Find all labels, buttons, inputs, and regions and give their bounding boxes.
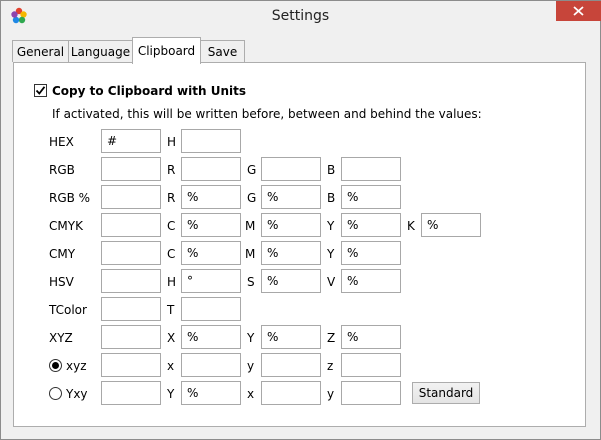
rgbp-label: RGB % [49,191,91,205]
yxy-x-field[interactable] [261,381,321,405]
checkmark-icon [35,86,46,95]
tcolor-label: TColor [49,303,87,317]
rgb-prefix-field[interactable] [101,157,161,181]
description-text: If activated, this will be written befor… [52,107,482,121]
tab-language[interactable]: Language [68,40,133,62]
cmyk-label: CMYK [49,219,83,233]
rgb-g-label: G [247,163,257,177]
tab-general[interactable]: General [12,40,69,62]
rgbp-r-label: R [167,191,176,205]
rgb-r-label: R [167,163,176,177]
tab-clipboard[interactable]: Clipboard [132,37,201,64]
settings-window: Settings General Language Clipboard Save… [0,0,601,440]
cmy-y-label: Y [327,247,335,261]
hex-h-label: H [167,135,177,149]
xyz-lower-radio[interactable] [49,359,62,372]
xyz-y-field[interactable] [261,325,321,349]
close-button[interactable] [556,1,601,21]
close-x-icon [573,6,584,16]
hex-prefix-field[interactable] [101,129,161,153]
hsv-v-label: V [327,275,336,289]
xyz-lower-z-field[interactable] [341,353,401,377]
yxy-lower-y-field[interactable] [341,381,401,405]
cmy-m-label: M [245,247,256,261]
xyz-lower-y-field[interactable] [261,353,321,377]
tcolor-t-field[interactable] [181,297,241,321]
tab-label: Clipboard [137,44,196,58]
cmy-prefix-field[interactable] [101,241,161,265]
xyz-lower-prefix-field[interactable] [101,353,161,377]
window-title: Settings [271,8,330,24]
rgbp-prefix-field[interactable] [101,185,161,209]
rgbp-g-field[interactable] [261,185,321,209]
xyz-y-label: Y [247,331,255,345]
cmyk-k-field[interactable] [421,213,481,237]
tab-label: Language [70,44,131,59]
hex-h-field[interactable] [181,129,241,153]
rgb-label: RGB [49,163,75,177]
rgbp-b-label: B [327,191,336,205]
yxy-lower-y-label: y [327,387,335,401]
xyz-lower-y-label: y [247,359,255,373]
cmy-label: CMY [49,247,76,261]
tcolor-prefix-field[interactable] [101,297,161,321]
tab-save[interactable]: Save [200,40,245,62]
tab-label: General [16,44,65,59]
yxy-y-field[interactable] [181,381,241,405]
xyz-lower-z-label: z [327,359,334,373]
tcolor-t-label: T [167,303,175,317]
copy-units-checkbox[interactable] [34,84,47,97]
cmyk-y-field[interactable] [341,213,401,237]
radio-selected-dot [52,362,59,369]
cmyk-y-label: Y [327,219,335,233]
cmyk-c-field[interactable] [181,213,241,237]
yxy-prefix-field[interactable] [101,381,161,405]
yxy-x-label: x [247,387,255,401]
rgb-b-field[interactable] [341,157,401,181]
xyz-lower-label: xyz [66,359,87,373]
cmy-y-field[interactable] [341,241,401,265]
cmyk-m-label: M [245,219,256,233]
rgbp-g-label: G [247,191,257,205]
rgbp-b-field[interactable] [341,185,401,209]
standard-button[interactable]: Standard [412,382,480,404]
hsv-label: HSV [49,275,74,289]
cmyk-k-label: K [407,219,415,233]
yxy-y-label: Y [167,387,175,401]
rgb-g-field[interactable] [261,157,321,181]
yxy-radio[interactable] [49,387,62,400]
title-bar: Settings [1,1,601,32]
xyz-z-field[interactable] [341,325,401,349]
xyz-x-label: X [167,331,176,345]
xyz-x-field[interactable] [181,325,241,349]
xyz-lower-x-label: x [167,359,175,373]
cmy-m-field[interactable] [261,241,321,265]
rgb-b-label: B [327,163,336,177]
hex-label: HEX [49,135,74,149]
tab-label: Save [207,44,238,59]
hsv-h-label: H [167,275,177,289]
xyz-prefix-field[interactable] [101,325,161,349]
cmyk-m-field[interactable] [261,213,321,237]
yxy-label: Yxy [66,387,88,401]
hsv-h-field[interactable] [181,269,241,293]
xyz-label: XYZ [49,331,73,345]
copy-units-label: Copy to Clipboard with Units [52,84,246,98]
hsv-v-field[interactable] [341,269,401,293]
xyz-z-label: Z [327,331,336,345]
hsv-s-field[interactable] [261,269,321,293]
hsv-s-label: S [247,275,255,289]
cmyk-prefix-field[interactable] [101,213,161,237]
hsv-prefix-field[interactable] [101,269,161,293]
rgbp-r-field[interactable] [181,185,241,209]
xyz-lower-x-field[interactable] [181,353,241,377]
rgb-r-field[interactable] [181,157,241,181]
cmy-c-label: C [167,247,176,261]
cmy-c-field[interactable] [181,241,241,265]
cmyk-c-label: C [167,219,176,233]
